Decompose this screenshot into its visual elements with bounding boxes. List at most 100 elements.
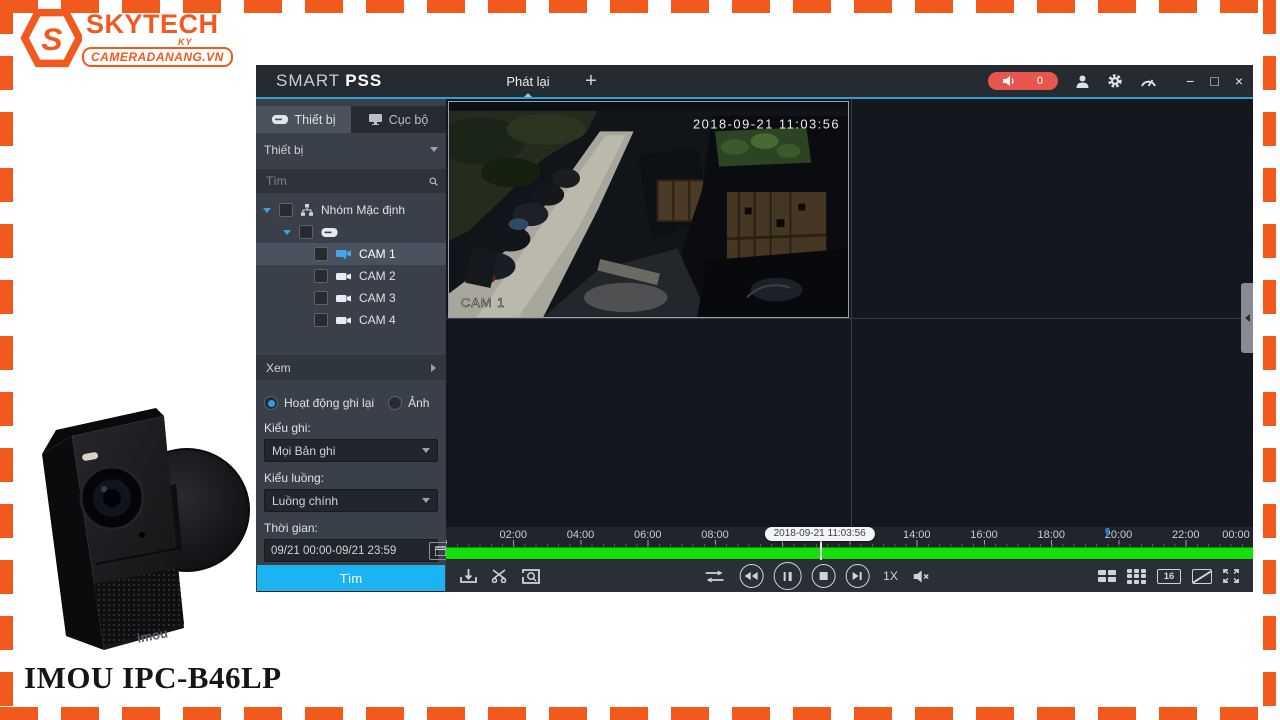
- tree-device-row[interactable]: [256, 221, 446, 243]
- speed-label[interactable]: 1X: [883, 569, 898, 583]
- search-icon[interactable]: [429, 175, 438, 188]
- split-custom-button[interactable]: [1192, 569, 1212, 584]
- time-range-field: [264, 539, 438, 562]
- record-type-value: Mọi Bản ghi: [272, 444, 335, 458]
- pause-button[interactable]: [773, 562, 801, 590]
- cam1-label: CAM 1: [359, 247, 396, 261]
- tree-group-label: Nhóm Mặc định: [321, 203, 405, 217]
- monitor-icon: [369, 114, 382, 125]
- user-icon[interactable]: [1075, 74, 1090, 89]
- find-button[interactable]: Tìm: [257, 565, 445, 591]
- dashed-border-bottom: [0, 707, 1280, 720]
- page: S SKYTECH KY CAMERADANANG.VN: [0, 0, 1280, 720]
- playback-main: 17:21:12: [446, 99, 1253, 592]
- record-type-label: Kiểu ghi:: [264, 421, 438, 435]
- device-checkbox[interactable]: [299, 225, 313, 239]
- product-name: IMOU IPC-B46LP: [24, 660, 282, 696]
- gear-icon[interactable]: [1107, 73, 1123, 89]
- search-input[interactable]: [264, 173, 423, 189]
- device-section-header[interactable]: Thiết bị: [256, 136, 446, 163]
- brand-pss: PSS: [345, 71, 382, 90]
- sidebar: Thiết bị Cục bộ Thiết bị: [256, 99, 446, 592]
- tree-cam-row-4[interactable]: CAM 4: [256, 309, 446, 331]
- group-checkbox[interactable]: [279, 203, 293, 217]
- chevron-down-icon: [422, 498, 430, 503]
- toolbar-left: [460, 560, 540, 592]
- close-button[interactable]: ×: [1235, 73, 1243, 89]
- record-type-select[interactable]: Mọi Bản ghi: [264, 439, 438, 462]
- grid-16-button[interactable]: 16: [1157, 569, 1181, 584]
- search-filters: Hoạt động ghi lại Ảnh Kiểu ghi: Mọi Bản …: [256, 380, 446, 562]
- device-section-label: Thiết bị: [264, 143, 303, 157]
- fullscreen-icon[interactable]: [1223, 569, 1239, 583]
- radio-picture[interactable]: [388, 396, 402, 410]
- stream-type-value: Luồng chính: [272, 494, 338, 508]
- tab-playback-label: Phát lại: [506, 74, 549, 89]
- tab-playback[interactable]: Phát lại: [468, 65, 588, 97]
- radio-record[interactable]: [264, 396, 278, 410]
- next-frame-button[interactable]: [845, 564, 869, 588]
- dashboard-gauge-icon[interactable]: [1140, 74, 1157, 88]
- stop-icon: [819, 572, 827, 580]
- export-download-icon[interactable]: [460, 569, 477, 584]
- tab-local[interactable]: Cục bộ: [351, 106, 446, 133]
- cam2-label: CAM 2: [359, 269, 396, 283]
- cam1-checkbox[interactable]: [314, 247, 328, 261]
- tree-expand-icon[interactable]: [283, 230, 291, 235]
- tree-expand-icon[interactable]: [263, 208, 271, 213]
- next-frame-icon: [853, 572, 859, 580]
- cam4-checkbox[interactable]: [314, 313, 328, 327]
- product-camera-image: imou: [12, 398, 252, 656]
- playhead-time-bubble[interactable]: 2018-09-21 11:03:56: [765, 527, 875, 541]
- osd-cam-label: CAM 1: [461, 295, 505, 310]
- grid-9-button[interactable]: [1127, 569, 1147, 584]
- dashed-border-right: [1263, 0, 1276, 720]
- logo-site: CAMERADANANG.VN: [82, 47, 233, 67]
- tree-cam-row-2[interactable]: CAM 2: [256, 265, 446, 287]
- transport-controls: 1X: [705, 560, 930, 592]
- video-cell-cam1[interactable]: 2018-09-21 11:03:56 CAM 1: [448, 101, 849, 318]
- tab-device-label: Thiết bị: [295, 113, 336, 127]
- cam3-checkbox[interactable]: [314, 291, 328, 305]
- dvr-icon: [272, 115, 288, 124]
- tree-cam-row-3[interactable]: CAM 3: [256, 287, 446, 309]
- clip-scissors-icon[interactable]: [491, 569, 508, 583]
- alarm-count: 0: [1037, 75, 1043, 87]
- app-brand: SMARTPSS: [276, 71, 382, 91]
- smartpss-window: SMARTPSS Phát lại + 0: [256, 65, 1253, 592]
- panel-collapse-handle[interactable]: [1241, 283, 1253, 353]
- tree-cam-row-1[interactable]: CAM 1: [256, 243, 446, 265]
- rewind-icon: [752, 572, 758, 580]
- calendar-button[interactable]: [429, 542, 446, 560]
- cam2-checkbox[interactable]: [314, 269, 328, 283]
- minimize-button[interactable]: −: [1186, 73, 1194, 89]
- cam4-label: CAM 4: [359, 313, 396, 327]
- pause-icon: [789, 572, 792, 581]
- view-section-header[interactable]: Xem: [256, 355, 446, 380]
- cctv-frame: 2018-09-21 11:03:56 CAM 1: [449, 102, 848, 317]
- record-track-green[interactable]: [446, 547, 1253, 559]
- tab-device[interactable]: Thiết bị: [256, 106, 351, 133]
- maximize-button[interactable]: □: [1210, 73, 1218, 89]
- sync-play-icon[interactable]: [705, 570, 723, 583]
- layout-controls: 16: [1098, 560, 1239, 592]
- time-range-input[interactable]: [271, 545, 425, 557]
- chevron-right-icon: [431, 364, 436, 372]
- view-section-label: Xem: [266, 361, 291, 375]
- playhead[interactable]: [820, 539, 822, 560]
- timeline[interactable]: 02:00 04:00 06:00 08:00 14:00 16:00 18:0…: [446, 527, 1253, 560]
- record-type-radios: Hoạt động ghi lại Ảnh: [264, 394, 438, 412]
- alarm-button[interactable]: 0: [988, 72, 1058, 90]
- new-tab-button[interactable]: +: [574, 65, 608, 97]
- camera-icon: [336, 316, 351, 325]
- rewind-button[interactable]: [739, 564, 763, 588]
- calendar-icon: [435, 546, 446, 556]
- pause-icon: [783, 572, 786, 581]
- titlebar-tools: 0: [988, 65, 1157, 97]
- stop-button[interactable]: [811, 564, 835, 588]
- mute-icon[interactable]: [914, 570, 930, 583]
- tree-group-row[interactable]: Nhóm Mặc định: [256, 199, 446, 221]
- stream-type-select[interactable]: Luồng chính: [264, 489, 438, 512]
- smart-search-icon[interactable]: [522, 569, 540, 584]
- grid-4-button[interactable]: [1098, 570, 1116, 583]
